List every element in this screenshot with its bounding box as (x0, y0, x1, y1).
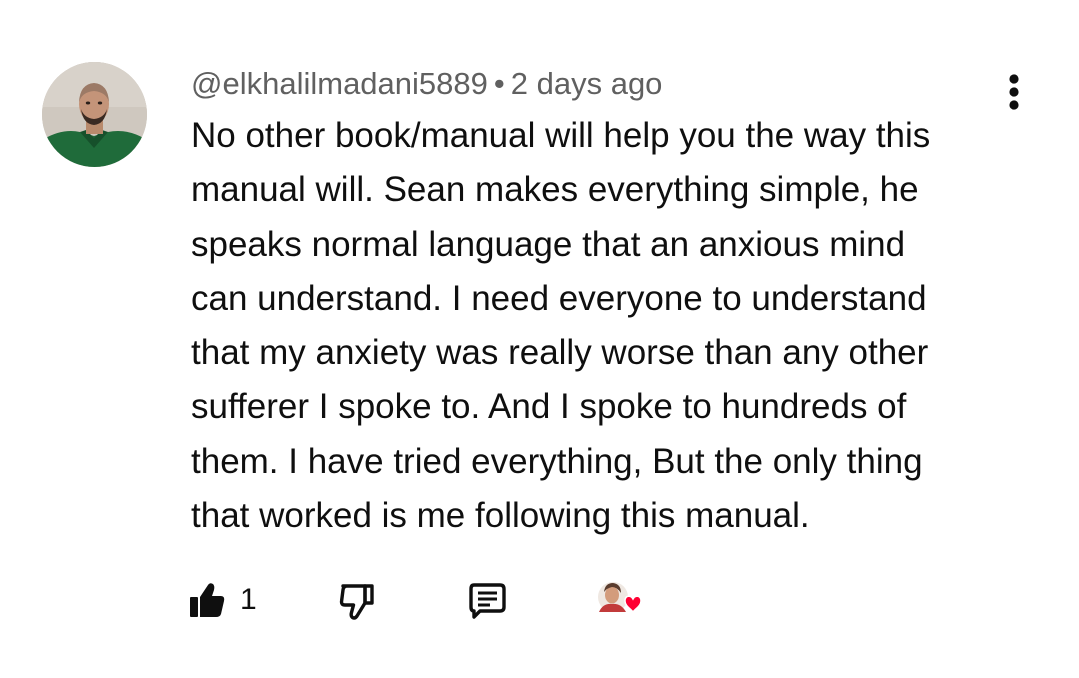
avatar-image (42, 62, 147, 167)
comment-text: No other book/manual will help you the w… (191, 116, 931, 536)
creator-heart-badge[interactable] (595, 575, 651, 625)
comment-timestamp[interactable]: 2 days ago (511, 66, 663, 101)
like-button[interactable]: 1 (188, 575, 257, 625)
dislike-button[interactable] (337, 575, 377, 625)
author-avatar[interactable] (42, 62, 147, 167)
author-handle[interactable]: @elkhalilmadani5889 (191, 66, 488, 101)
thumbs-down-icon (339, 584, 374, 620)
comment-reply-icon (469, 583, 506, 619)
more-options-button[interactable] (996, 70, 1032, 114)
reply-button[interactable] (466, 575, 508, 625)
creator-heart-icon (598, 582, 642, 614)
meta-separator: • (493, 66, 505, 101)
comment-thread: @elkhalilmadani5889 • 2 days ago No other … (0, 0, 1079, 678)
comment-action-bar: 1 (0, 575, 1079, 625)
thumbs-up-filled-icon (190, 583, 225, 617)
like-count: 1 (240, 583, 257, 616)
comment-header: @elkhalilmadani5889 • 2 days ago (191, 64, 662, 104)
more-vertical-icon (1009, 74, 1019, 110)
